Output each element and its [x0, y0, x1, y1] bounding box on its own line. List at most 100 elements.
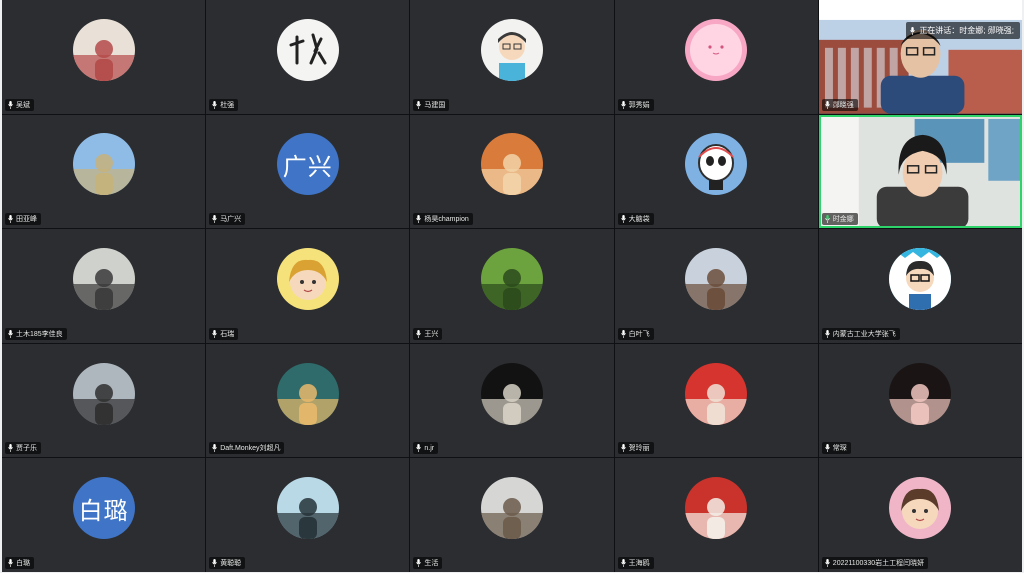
participant-name-tag: 吴斌	[5, 98, 34, 111]
profile-photo	[685, 247, 748, 310]
cartoon-girl-image	[276, 247, 339, 310]
participant-name-tag: 郭秀娟	[617, 98, 654, 111]
participant-tile[interactable]: 杜强	[206, 0, 410, 114]
participant-tile[interactable]: 杨昊champion	[410, 114, 614, 229]
microphone-icon	[212, 558, 217, 567]
participant-name: 内蒙古工业大学张飞	[832, 330, 896, 338]
participant-tile[interactable]: 郧晓强 正在讲话：时金娜; 郧晓强;	[818, 0, 1022, 114]
participant-name-tag: 田亚峰	[5, 213, 41, 226]
microphone-icon	[416, 444, 422, 453]
profile-photo	[685, 477, 748, 540]
microphone-icon	[8, 444, 13, 453]
participant-name: 时金娜	[832, 216, 854, 224]
participant-tile[interactable]: 贾子乐	[2, 343, 206, 458]
participant-tile[interactable]: 石瑞	[206, 229, 410, 343]
participant-tile[interactable]: 马建国	[410, 0, 614, 114]
participant-tile[interactable]: 20221100330岩土工程闫晓妍	[818, 458, 1022, 572]
cartoon-boy-image	[889, 247, 952, 310]
participant-avatar	[480, 362, 543, 425]
microphone-icon	[212, 100, 217, 109]
microphone-icon	[416, 558, 422, 567]
participant-name: 马广兴	[220, 216, 242, 224]
participant-tile[interactable]: 生活	[410, 458, 614, 572]
profile-photo	[72, 133, 135, 196]
participant-tile[interactable]: 土木185李佳良	[2, 229, 206, 343]
participant-tile[interactable]: 田亚峰	[2, 114, 206, 229]
cartoon-girl-image	[889, 477, 952, 540]
participant-tile[interactable]: 白叶飞	[614, 229, 818, 343]
participant-name: n.jr	[424, 444, 435, 452]
participant-name: 王兴	[424, 330, 439, 338]
participant-tile[interactable]: Daft.Monkey刘超凡	[206, 343, 410, 458]
microphone-icon	[825, 558, 830, 567]
participant-name: 田亚峰	[16, 216, 37, 224]
participant-name: Daft.Monkey刘超凡	[220, 445, 281, 453]
participant-name: 白叶飞	[628, 330, 650, 338]
participant-avatar	[480, 18, 543, 81]
participant-avatar	[889, 362, 952, 425]
microphone-icon	[825, 329, 830, 338]
avatar-initials: 广兴	[282, 153, 333, 181]
participant-avatar	[685, 247, 748, 310]
participant-tile[interactable]: 贺玲丽	[614, 343, 818, 458]
participant-name: 吴斌	[16, 101, 30, 109]
microphone-icon	[910, 26, 916, 35]
participant-name-tag: 时金娜	[821, 213, 858, 226]
avatar-initials: 白璐	[78, 497, 129, 525]
participant-name-tag: 马建国	[413, 98, 450, 111]
participant-name-tag: 白叶飞	[617, 327, 654, 340]
participant-name-tag: 土木185李佳良	[5, 327, 67, 340]
participant-name-tag: 马广兴	[209, 213, 246, 226]
profile-photo	[72, 247, 135, 310]
participant-avatar	[889, 247, 952, 310]
participant-tile[interactable]: 广兴马广兴	[206, 114, 410, 229]
participant-name: 大脑袋	[628, 216, 650, 224]
participant-name: 马建国	[424, 101, 446, 109]
participant-name-tag: 内蒙古工业大学张飞	[821, 327, 900, 340]
microphone-icon	[212, 329, 217, 338]
speaking-indicator: 正在讲话：时金娜; 郧晓强;	[906, 22, 1020, 39]
camera-feed	[818, 114, 1022, 229]
participant-tile[interactable]: 白璐 白璐	[2, 458, 206, 572]
participant-avatar	[480, 133, 543, 196]
participant-name-tag: 黄聪聪	[209, 556, 246, 569]
speaking-text: 正在讲话：时金娜; 郧晓强;	[919, 26, 1014, 35]
participant-tile[interactable]: 吴斌	[2, 0, 206, 114]
participant-tile[interactable]: 黄聪聪	[206, 458, 410, 572]
participant-tile[interactable]: 常琛	[818, 343, 1022, 458]
profile-photo	[480, 247, 543, 310]
participant-avatar	[72, 133, 135, 196]
participant-name-tag: 贾子乐	[5, 442, 41, 455]
participant-tile[interactable]: 郭秀娟	[614, 0, 818, 114]
participant-avatar	[889, 477, 952, 540]
participant-video	[818, 0, 1022, 114]
participant-avatar	[685, 477, 748, 540]
participant-name-tag: 石瑞	[209, 327, 239, 340]
participant-tile[interactable]: 王海鸥	[614, 458, 818, 572]
participant-avatar	[276, 477, 339, 540]
participant-avatar	[480, 477, 543, 540]
participant-tile[interactable]: 时金娜	[818, 114, 1022, 229]
pink-blob-image	[685, 18, 748, 81]
participant-name: 白璐	[16, 559, 30, 567]
microphone-icon	[8, 329, 13, 338]
microphone-icon	[212, 444, 217, 453]
participant-name-tag: 白璐	[5, 556, 34, 569]
profile-photo	[480, 477, 543, 540]
microphone-icon	[416, 215, 422, 224]
participant-tile[interactable]: 内蒙古工业大学张飞	[818, 229, 1022, 343]
participant-tile[interactable]: 大脑袋	[614, 114, 818, 229]
participant-tile[interactable]: n.jr	[410, 343, 614, 458]
participant-name-tag: 大脑袋	[617, 213, 654, 226]
participant-avatar	[72, 18, 135, 81]
participant-name: 贾子乐	[16, 445, 37, 453]
profile-photo	[276, 477, 339, 540]
microphone-icon	[8, 558, 13, 567]
participant-name: 生活	[424, 559, 439, 567]
participant-tile[interactable]: 王兴	[410, 229, 614, 343]
participant-name: 土木185李佳良	[16, 330, 63, 338]
participant-avatar	[685, 133, 748, 196]
participant-avatar: 白璐	[72, 477, 135, 540]
microphone-icon	[620, 444, 626, 453]
profile-photo	[72, 18, 135, 81]
